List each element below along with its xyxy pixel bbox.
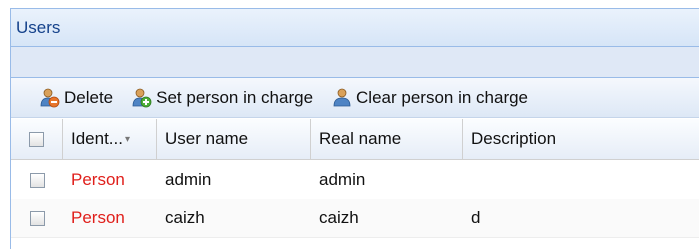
table-row[interactable]: Person admin admin xyxy=(11,161,699,200)
column-header-user-name[interactable]: User name xyxy=(157,119,311,159)
real-name-cell: admin xyxy=(319,170,366,189)
user-remove-icon xyxy=(40,88,60,107)
column-header-label: Ident... xyxy=(71,129,123,148)
identity-cell: Person xyxy=(71,170,125,189)
column-header-label: User name xyxy=(165,129,249,148)
users-panel: Users Delete Set person in charge Clear … xyxy=(10,8,699,249)
toolbar: Delete Set person in charge Clear person… xyxy=(11,78,699,118)
column-header-real-name[interactable]: Real name xyxy=(311,119,463,159)
user-add-icon xyxy=(132,88,152,107)
delete-button[interactable]: Delete xyxy=(39,87,113,109)
panel-header: Users xyxy=(11,9,699,47)
user-name-cell: caizh xyxy=(165,208,205,227)
column-header-label: Real name xyxy=(319,129,402,148)
panel-body-top xyxy=(11,47,699,78)
description-cell: d xyxy=(471,208,481,227)
row-select-cell xyxy=(11,172,63,188)
column-header-identity[interactable]: Ident... ▾ xyxy=(63,119,157,159)
column-header-label: Description xyxy=(471,129,557,148)
sort-arrow-icon[interactable]: ▾ xyxy=(125,134,130,145)
select-all-checkbox[interactable] xyxy=(29,131,44,147)
row-checkbox[interactable] xyxy=(29,210,45,226)
real-name-cell: caizh xyxy=(319,208,359,227)
user-clear-icon xyxy=(333,88,351,106)
panel-title: Users xyxy=(16,17,61,37)
user-name-cell: admin xyxy=(165,170,212,189)
table-row[interactable]: Person caizh caizh d xyxy=(11,199,699,238)
row-checkbox[interactable] xyxy=(29,172,45,188)
select-all-cell xyxy=(11,119,63,159)
column-header-description[interactable]: Description xyxy=(463,119,699,159)
clear-person-label: Clear person in charge xyxy=(356,87,529,107)
identity-cell: Person xyxy=(71,208,125,227)
row-select-cell xyxy=(11,210,63,226)
clear-person-in-charge-button[interactable]: Clear person in charge xyxy=(331,87,528,109)
delete-label: Delete xyxy=(64,87,114,107)
set-person-in-charge-button[interactable]: Set person in charge xyxy=(131,87,313,109)
grid-header: Ident... ▾ User name Real name Descripti… xyxy=(11,119,699,160)
set-person-label: Set person in charge xyxy=(156,87,314,107)
